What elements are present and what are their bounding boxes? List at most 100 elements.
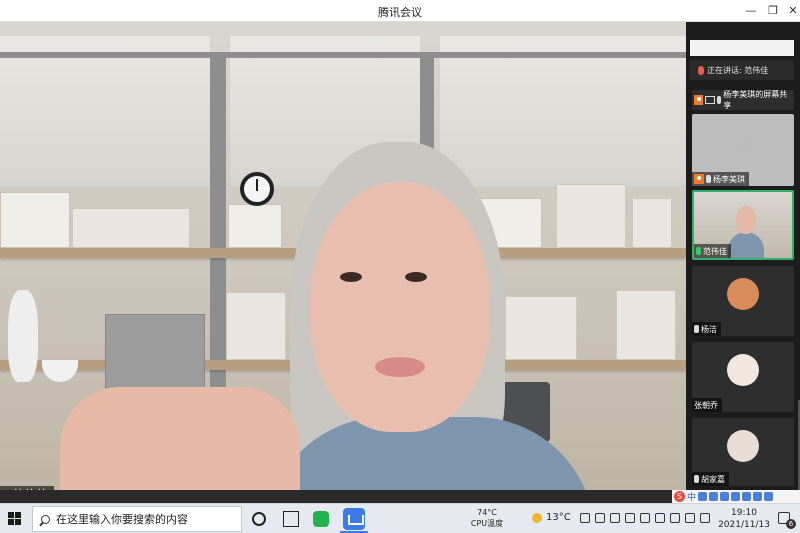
toolbox-icon[interactable] bbox=[764, 492, 774, 501]
sogou-logo-icon[interactable]: S bbox=[674, 491, 685, 502]
network-icon[interactable] bbox=[610, 513, 620, 523]
speaking-mic-icon bbox=[698, 65, 704, 75]
host-badge-icon bbox=[694, 95, 704, 105]
avatar bbox=[727, 278, 759, 310]
voice-icon[interactable] bbox=[720, 492, 730, 501]
speaker-eye bbox=[340, 272, 362, 282]
participant-tile-avatar[interactable]: 胡家嘉 bbox=[692, 418, 794, 486]
participant-body bbox=[728, 232, 764, 258]
mic-icon bbox=[706, 175, 711, 183]
background-window bbox=[440, 36, 686, 186]
sidebar-top-strip bbox=[690, 40, 794, 56]
avatar bbox=[727, 354, 759, 386]
main-speaker-video[interactable] bbox=[0, 22, 686, 490]
storage-box bbox=[228, 204, 282, 248]
host-badge-icon bbox=[694, 174, 704, 184]
tray-expand-icon[interactable] bbox=[580, 513, 590, 523]
participant-name: 杨李美琪的屏幕共享 bbox=[723, 90, 788, 110]
mic-icon bbox=[716, 96, 722, 104]
participant-tile-screen-share[interactable]: 杨李美琪的屏幕共享 bbox=[692, 90, 794, 110]
maximize-button[interactable]: ❐ bbox=[762, 2, 784, 20]
title-bar: 腾讯会议 — ❐ ✕ bbox=[0, 0, 800, 22]
minimize-button[interactable]: — bbox=[740, 2, 762, 20]
mic-icon bbox=[694, 325, 699, 333]
tile-label: 张朝乔 bbox=[692, 398, 722, 412]
user-icon[interactable] bbox=[742, 492, 752, 501]
participant-tile-camera-off[interactable]: 杨李美琪 bbox=[692, 114, 794, 186]
mic-on-icon bbox=[696, 247, 701, 255]
storage-box bbox=[0, 192, 70, 248]
participant-name: 胡家嘉 bbox=[701, 474, 725, 484]
shield-icon[interactable] bbox=[625, 513, 635, 523]
skin-icon[interactable] bbox=[753, 492, 763, 501]
battery-icon[interactable] bbox=[640, 513, 650, 523]
weather-temp: 13°C bbox=[546, 512, 571, 523]
cloud-icon[interactable] bbox=[595, 513, 605, 523]
tile-label: 胡家嘉 bbox=[692, 472, 729, 486]
ime-toolbar[interactable]: S 中 bbox=[672, 490, 800, 503]
windows-taskbar: 在这里输入你要搜索的内容 74°C CPU温度 13°C 19:10 2021/… bbox=[0, 503, 800, 533]
cpu-temp-label: CPU温度 bbox=[470, 519, 504, 528]
video-bottom-strip bbox=[0, 490, 672, 503]
taskbar-clock[interactable]: 19:10 2021/11/13 bbox=[716, 507, 772, 531]
participant-tile-video[interactable]: 范伟佳 bbox=[692, 190, 794, 260]
system-tray bbox=[580, 513, 710, 523]
vase bbox=[8, 290, 38, 382]
speaking-indicator: 正在讲话: 范伟佳 bbox=[690, 60, 794, 80]
tile-label: 杨李美琪的屏幕共享 bbox=[692, 90, 794, 110]
weather-widget[interactable]: 13°C bbox=[532, 512, 571, 523]
cpu-temperature[interactable]: 74°C CPU温度 bbox=[468, 507, 506, 529]
window-frame bbox=[0, 52, 686, 58]
book-row bbox=[226, 292, 286, 360]
book-row bbox=[616, 290, 676, 360]
background-window bbox=[0, 36, 210, 186]
book-stack bbox=[632, 198, 672, 248]
tile-label: 杨洁 bbox=[692, 322, 721, 336]
clock-date: 2021/11/13 bbox=[718, 520, 770, 530]
taskbar-search[interactable]: 在这里输入你要搜索的内容 bbox=[32, 506, 242, 532]
wechat-icon[interactable] bbox=[313, 511, 329, 527]
bowl bbox=[42, 360, 78, 382]
speaking-label: 正在讲话: 范伟佳 bbox=[707, 65, 769, 75]
wifi-icon[interactable] bbox=[655, 513, 665, 523]
ime-mode[interactable]: 中 bbox=[687, 490, 696, 503]
tencent-meeting-icon[interactable] bbox=[343, 508, 365, 530]
participant-name: 杨李美琪 bbox=[713, 174, 745, 184]
avatar bbox=[727, 430, 759, 462]
speaker-mouth bbox=[375, 357, 425, 377]
window-title: 腾讯会议 bbox=[378, 6, 422, 19]
participant-name: 张朝乔 bbox=[694, 400, 718, 410]
book-stack bbox=[72, 208, 190, 248]
cortana-icon[interactable] bbox=[252, 512, 266, 526]
notification-count: 6 bbox=[786, 519, 796, 529]
participant-face bbox=[736, 206, 756, 234]
speaker-face bbox=[310, 182, 490, 432]
close-button[interactable]: ✕ bbox=[782, 2, 800, 20]
tencent-meeting-window: 腾讯会议 — ❐ ✕ 范伟 bbox=[0, 0, 800, 533]
participant-tile-avatar[interactable]: 杨洁 bbox=[692, 266, 794, 336]
tile-label: 范伟佳 bbox=[694, 244, 731, 258]
language-icon[interactable] bbox=[700, 513, 710, 523]
participant-name: 范伟佳 bbox=[703, 246, 727, 256]
wall-clock bbox=[240, 172, 274, 206]
punctuation-icon[interactable] bbox=[698, 492, 708, 501]
tile-label: 杨李美琪 bbox=[692, 172, 749, 186]
book-row bbox=[505, 296, 577, 360]
mic-icon bbox=[694, 475, 699, 483]
moon-icon bbox=[532, 512, 542, 523]
search-icon bbox=[41, 514, 50, 524]
volume-icon[interactable] bbox=[670, 513, 680, 523]
participant-name: 杨洁 bbox=[701, 324, 717, 334]
start-button[interactable] bbox=[8, 512, 22, 526]
book-row bbox=[556, 184, 626, 248]
keyboard-icon[interactable] bbox=[731, 492, 741, 501]
emoji-icon[interactable] bbox=[709, 492, 719, 501]
ime-tray-icon[interactable] bbox=[685, 513, 695, 523]
search-placeholder: 在这里输入你要搜索的内容 bbox=[56, 513, 188, 526]
speaker-hand bbox=[60, 387, 300, 490]
clock-time: 19:10 bbox=[731, 508, 757, 518]
speaker-eye bbox=[405, 272, 427, 282]
cpu-temp-value: 74°C bbox=[477, 508, 497, 517]
task-view-icon[interactable] bbox=[283, 511, 299, 527]
participant-tile-avatar[interactable]: 张朝乔 bbox=[692, 342, 794, 412]
